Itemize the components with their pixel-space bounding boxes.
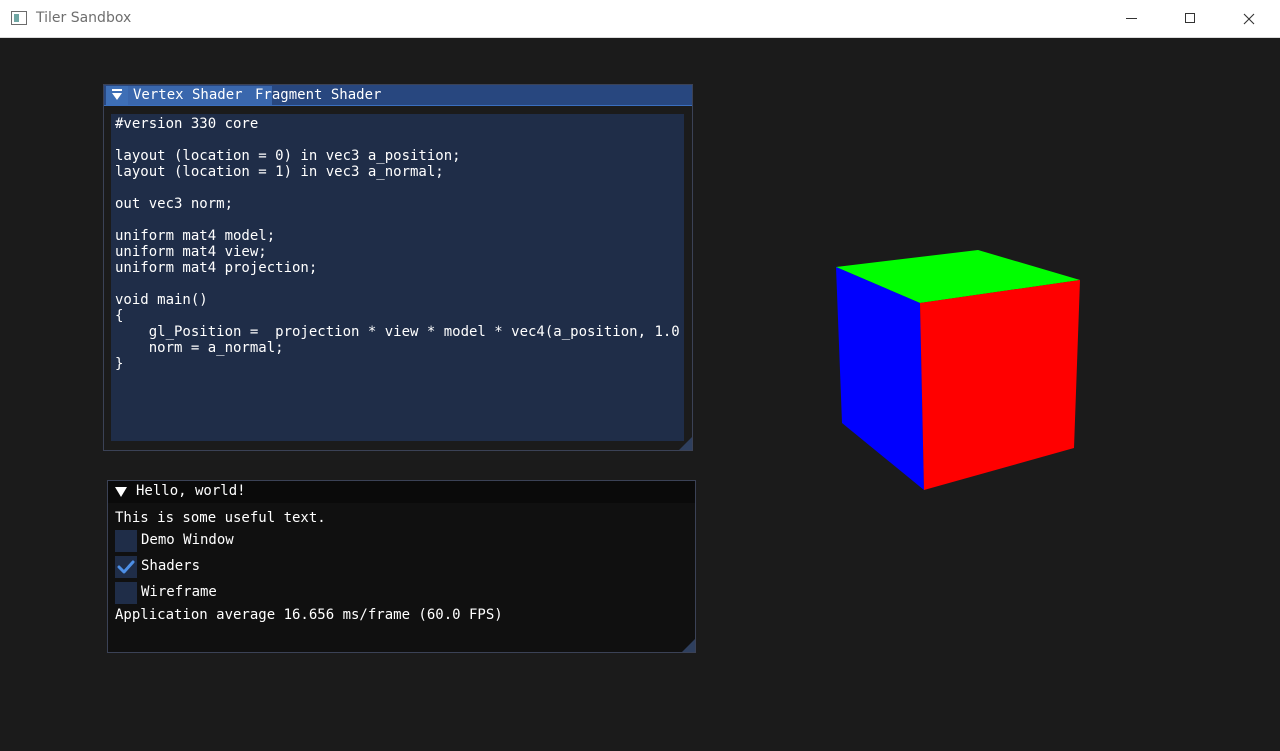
tab-fragment-shader[interactable]: Fragment Shader: [250, 86, 386, 105]
maximize-button[interactable]: [1161, 0, 1219, 38]
shader-code-text[interactable]: #version 330 core layout (location = 0) …: [115, 116, 680, 372]
code-scrollbar[interactable]: [684, 114, 691, 441]
collapse-button[interactable]: [106, 86, 128, 105]
hello-window-title: Hello, world!: [136, 483, 246, 499]
shader-tab-bar: Vertex Shader Fragment Shader: [104, 85, 692, 106]
close-button[interactable]: [1219, 0, 1277, 38]
demo-window-checkbox[interactable]: [115, 530, 137, 552]
collapse-arrow-icon[interactable]: [115, 487, 127, 497]
hello-world-window[interactable]: Hello, world! This is some useful text. …: [107, 480, 696, 653]
cube-right-face: [920, 280, 1080, 490]
shader-code-editor[interactable]: #version 330 core layout (location = 0) …: [111, 114, 684, 441]
minimize-button[interactable]: [1103, 0, 1161, 38]
resize-grip[interactable]: [679, 437, 692, 450]
app-icon: [11, 11, 27, 25]
rendered-cube: [836, 250, 1080, 490]
demo-window-label: Demo Window: [141, 532, 234, 548]
checkmark-icon: [117, 560, 135, 574]
window-title: Tiler Sandbox: [36, 10, 132, 26]
useful-text: This is some useful text.: [115, 510, 326, 526]
collapse-triangle-icon: [112, 89, 122, 100]
wireframe-label: Wireframe: [141, 584, 217, 600]
window-titlebar[interactable]: Tiler Sandbox: [0, 0, 1280, 38]
close-icon: [1243, 13, 1255, 25]
shader-editor-window[interactable]: Vertex Shader Fragment Shader #version 3…: [103, 84, 693, 451]
fps-readout: Application average 16.656 ms/frame (60.…: [115, 607, 503, 623]
hello-window-titlebar[interactable]: Hello, world!: [108, 481, 695, 503]
resize-grip[interactable]: [682, 639, 695, 652]
wireframe-checkbox[interactable]: [115, 582, 137, 604]
cube-left-face: [836, 267, 924, 490]
shaders-label: Shaders: [141, 558, 201, 574]
shaders-checkbox[interactable]: [115, 556, 137, 578]
